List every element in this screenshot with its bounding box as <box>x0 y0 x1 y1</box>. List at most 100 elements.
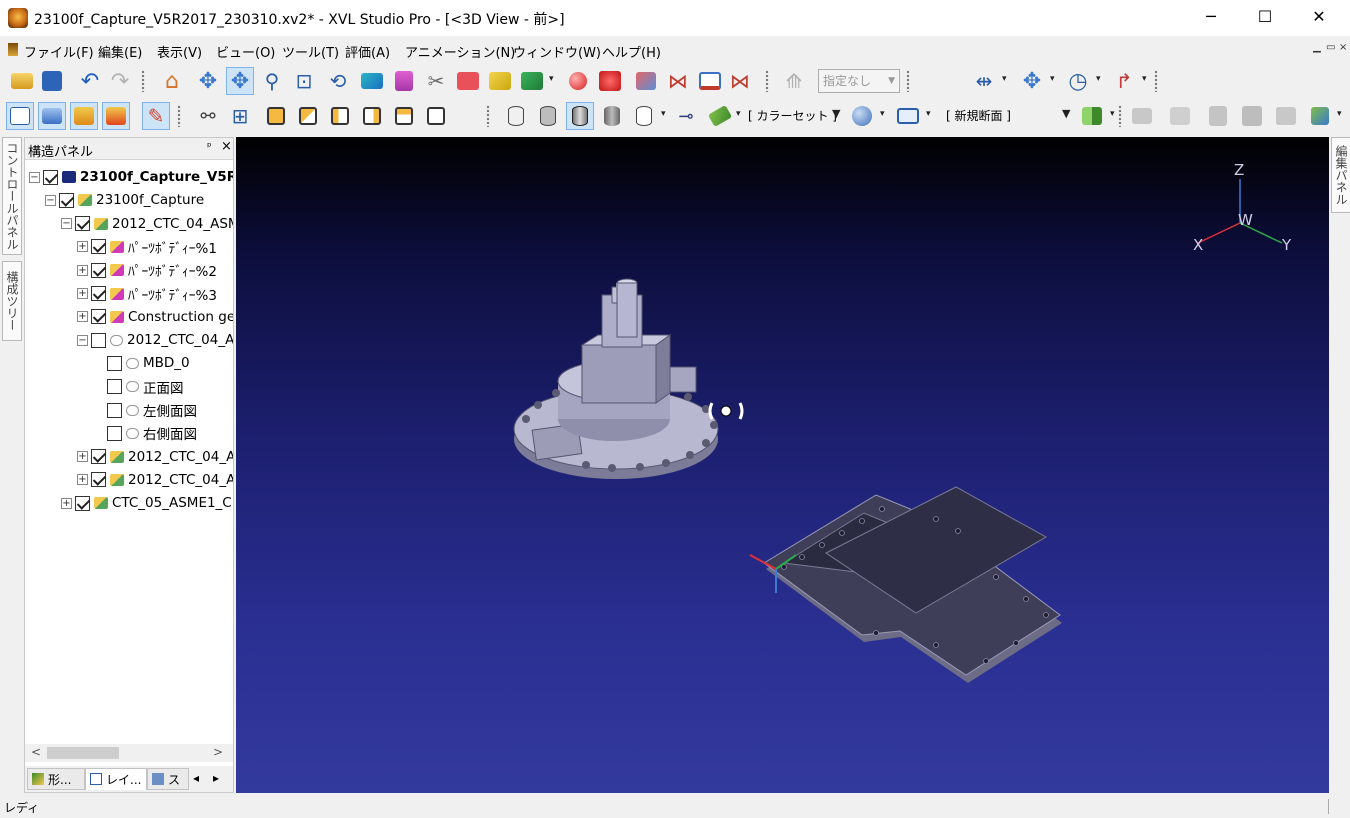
menu-evaluate[interactable]: 評価(A) <box>345 42 390 61</box>
layer-button[interactable] <box>70 102 98 130</box>
split-dropdown[interactable]: ▾ <box>1002 74 1007 84</box>
tree-node[interactable]: + ﾊﾟｰﾂﾎﾞﾃﾞｨｰ%1 <box>77 236 217 258</box>
section-plane-dropdown[interactable]: ▾ <box>1110 109 1115 119</box>
minimize-button[interactable]: ─ <box>1188 0 1234 34</box>
section-combo[interactable]: [ 新規断面 ] <box>946 107 1011 124</box>
expand-icon[interactable]: + <box>77 241 88 253</box>
grey-cube2-button[interactable] <box>1272 102 1300 130</box>
horizontal-scrollbar[interactable]: < > <box>25 744 233 762</box>
open-button[interactable] <box>8 67 36 95</box>
visibility-checkbox[interactable] <box>91 239 106 255</box>
tab-layer[interactable]: レイ... <box>85 768 147 790</box>
visibility-checkbox[interactable] <box>107 379 122 395</box>
menu-tools[interactable]: ツール(T) <box>282 42 339 61</box>
visibility-checkbox[interactable] <box>43 169 58 185</box>
collapse-icon[interactable]: − <box>77 334 88 346</box>
3d-viewport[interactable]: Z W X Y <box>236 137 1329 793</box>
tree-node[interactable]: − 2012_CTC_04_A <box>77 329 233 351</box>
tree-view-button[interactable] <box>6 102 34 130</box>
toolbar-grip[interactable] <box>141 70 145 92</box>
display-mode-dropdown[interactable]: ▾ <box>661 109 666 119</box>
top-cube-button[interactable] <box>390 102 418 130</box>
mdi-restore-button[interactable]: ▭ <box>1326 42 1335 53</box>
path-button[interactable]: ↱ <box>1110 67 1138 95</box>
collapse-icon[interactable]: − <box>29 171 40 183</box>
tree-node[interactable]: 正面図 <box>93 376 184 398</box>
expand-icon[interactable]: + <box>77 311 88 323</box>
visibility-checkbox[interactable] <box>75 216 90 232</box>
chevron-down-icon[interactable]: ▼ <box>1062 107 1070 120</box>
tree-node[interactable]: − 2012_CTC_04_ASM <box>61 213 233 235</box>
tree-node[interactable]: +2012_CTC_04_A <box>77 469 233 491</box>
paint-button[interactable]: ⟰ <box>780 67 808 95</box>
outline-cylinder-button[interactable] <box>630 102 658 130</box>
undo-button[interactable]: ↶ <box>76 67 104 95</box>
hidden-cylinder-button[interactable] <box>534 102 562 130</box>
menu-animation[interactable]: アニメーション(N) <box>405 42 515 61</box>
menu-help[interactable]: ヘルプ(H) <box>602 42 661 61</box>
tab-prev-icon[interactable]: ◂ <box>193 771 199 785</box>
highlight-button[interactable] <box>518 67 546 95</box>
bottom-cube-button[interactable] <box>422 102 450 130</box>
property-button[interactable]: ⋈ <box>726 67 754 95</box>
scroll-right-icon[interactable]: > <box>213 745 223 759</box>
measure-button[interactable] <box>358 67 386 95</box>
tab-next-icon[interactable]: ▸ <box>213 771 219 785</box>
pin-icon[interactable]: ᵖ <box>207 140 212 153</box>
collapse-icon[interactable]: − <box>45 194 56 206</box>
mdi-close-button[interactable]: × <box>1339 42 1347 53</box>
tree-node[interactable]: + ﾊﾟｰﾂﾎﾞﾃﾞｨｰ%3 <box>77 283 217 305</box>
tree-node[interactable]: +2012_CTC_04_A <box>77 446 233 468</box>
menu-view-o[interactable]: ビュー(O) <box>216 42 275 61</box>
close-button[interactable]: ✕ <box>1296 0 1342 34</box>
clip-button[interactable] <box>632 67 660 95</box>
fit-button[interactable]: ⟲ <box>324 67 352 95</box>
visibility-checkbox[interactable] <box>91 262 106 278</box>
maximize-button[interactable]: ☐ <box>1242 0 1288 34</box>
expand-icon[interactable]: + <box>77 288 88 299</box>
tree-node[interactable]: + ﾊﾟｰﾂﾎﾞﾃﾞｨｰ%2 <box>77 259 217 281</box>
visibility-checkbox[interactable] <box>59 192 74 208</box>
tree-node[interactable]: MBD_0 <box>93 352 190 374</box>
visibility-checkbox[interactable] <box>91 472 106 488</box>
red-box-button[interactable] <box>596 67 624 95</box>
annotation-button[interactable] <box>486 67 514 95</box>
material-dropdown[interactable]: ▾ <box>736 109 741 119</box>
flange-part-model[interactable] <box>513 278 719 479</box>
tree-node[interactable]: 左側面図 <box>93 399 197 421</box>
visibility-checkbox[interactable] <box>107 402 122 418</box>
collapse-icon[interactable]: − <box>61 218 72 230</box>
tab-s[interactable]: ス <box>147 768 189 790</box>
toolbar-grip[interactable] <box>1154 70 1158 92</box>
pencil-button[interactable]: ✎ <box>142 102 170 130</box>
explode-button[interactable]: ✂ <box>422 67 450 95</box>
menu-edit[interactable]: 編集(E) <box>98 42 142 61</box>
visibility-checkbox[interactable] <box>91 449 106 465</box>
red-sphere-button[interactable] <box>564 67 592 95</box>
flag-button[interactable] <box>696 67 724 95</box>
toolbar-grip[interactable] <box>765 70 769 92</box>
toolbar-grip[interactable] <box>177 105 181 127</box>
tab-shape[interactable]: 形... <box>27 768 85 790</box>
plate-part-model[interactable] <box>749 486 1062 683</box>
visibility-checkbox[interactable] <box>91 286 106 301</box>
rotate-button[interactable]: ✥ <box>226 67 254 95</box>
solid-cylinder-button[interactable] <box>598 102 626 130</box>
section-button[interactable] <box>390 67 418 95</box>
path-dropdown[interactable]: ▾ <box>1142 74 1147 84</box>
close-icon[interactable]: × <box>221 139 232 154</box>
chevron-down-icon[interactable]: ▼ <box>832 107 840 120</box>
pan-button[interactable]: ✥ <box>194 67 222 95</box>
grid-button[interactable]: ⊞ <box>226 102 254 130</box>
tree-node[interactable]: − 23100f_Capture <box>45 189 204 211</box>
grey-cube-button[interactable] <box>1238 102 1266 130</box>
expand-icon[interactable]: + <box>77 474 88 486</box>
cap-button[interactable] <box>1128 102 1156 130</box>
screen-button[interactable] <box>38 102 66 130</box>
clock-button[interactable]: ◷ <box>1064 67 1092 95</box>
colored-cube-dropdown[interactable]: ▾ <box>1337 109 1342 119</box>
clip-box-button[interactable] <box>1166 102 1194 130</box>
split-button[interactable]: ⇹ <box>970 67 998 95</box>
mdi-minimize-button[interactable]: ▁ <box>1313 42 1321 53</box>
toolbar-grip[interactable] <box>486 105 490 127</box>
